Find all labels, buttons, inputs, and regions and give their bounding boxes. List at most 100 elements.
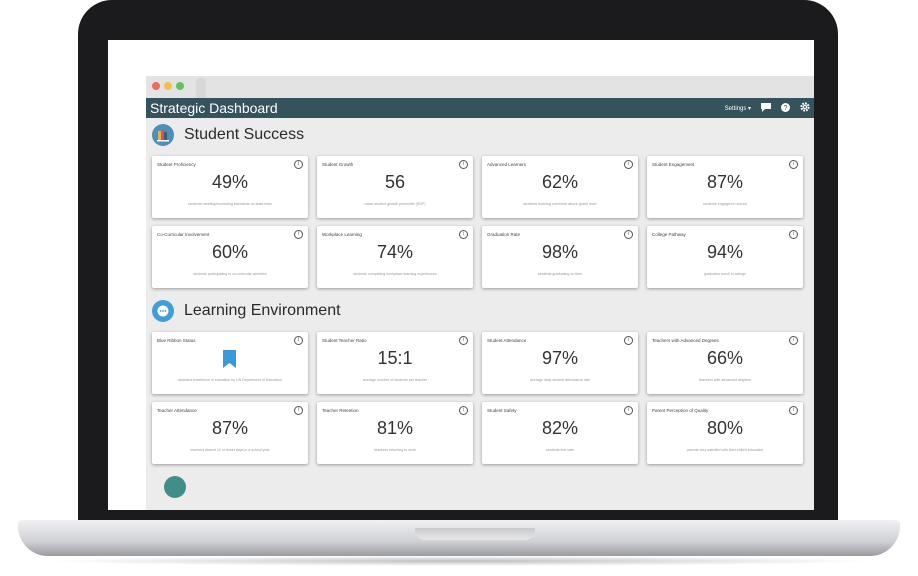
- minimize-window-dot[interactable]: [164, 82, 172, 90]
- section-title: Student Success: [184, 126, 305, 143]
- metric-description: students engaged in school: [703, 202, 747, 206]
- metric-value: 56: [384, 172, 406, 192]
- metric-card[interactable]: Co-Curricular Involvement i 60% students pa…: [152, 226, 308, 288]
- metric-card[interactable]: Graduation Rate i 98% students graduating o…: [482, 226, 638, 288]
- app-title: Strategic Dashboard: [150, 100, 278, 116]
- browser-chrome: [146, 76, 814, 98]
- metric-value: 87%: [211, 418, 249, 438]
- info-icon[interactable]: i: [624, 160, 633, 169]
- metric-value: 49%: [211, 172, 249, 192]
- info-icon[interactable]: i: [459, 230, 468, 239]
- metric-card[interactable]: Parent Perception of Quality i 80% parents …: [647, 402, 803, 464]
- metric-value: 80%: [706, 418, 744, 438]
- metric-card[interactable]: Student Teacher Ratio i 15:1 average number…: [317, 332, 473, 394]
- metric-description: average daily student attendance rate: [529, 378, 591, 382]
- metric-label: Blue Ribbon Status: [157, 338, 196, 343]
- metric-description: students graduating on time: [537, 272, 583, 276]
- info-icon[interactable]: i: [294, 160, 303, 169]
- metric-card[interactable]: Workplace Learning i 74% students completin…: [317, 226, 473, 288]
- metric-card[interactable]: Student Attendance i 97% average daily stud…: [482, 332, 638, 394]
- metric-value: 60%: [211, 242, 249, 262]
- laptop-screen: Strategic Dashboard Settings ▾ ? Student…: [108, 40, 814, 510]
- metric-value: 97%: [541, 348, 579, 368]
- metric-label: College Pathway: [652, 232, 686, 237]
- metric-value: 74%: [376, 242, 414, 262]
- metric-label: Student Safety: [487, 408, 517, 413]
- info-icon[interactable]: i: [459, 406, 468, 415]
- metric-card[interactable]: College Pathway i 94% graduates enroll in c…: [647, 226, 803, 288]
- metric-description: teachers returning to work: [374, 448, 416, 452]
- metric-description: teachers absent 10 or fewer days in a sc…: [190, 448, 270, 452]
- info-icon[interactable]: i: [459, 336, 468, 345]
- metric-card[interactable]: Teacher Retention i 81% teachers returning …: [317, 402, 473, 464]
- metric-value: 15:1: [377, 348, 413, 368]
- metric-label: Graduation Rate: [487, 232, 521, 237]
- metric-value: 94%: [706, 242, 744, 262]
- metric-card[interactable]: Student Growth i 56 mean student growth per…: [317, 156, 473, 218]
- dashboard-content: Student Success Student Proficiency i 49% st…: [146, 118, 814, 498]
- metric-description: students meeting/exceeding standards on …: [188, 202, 272, 206]
- metric-label: Co-Curricular Involvement: [157, 232, 210, 237]
- metric-value: 66%: [706, 348, 744, 368]
- metric-card[interactable]: Student Engagement i 87% students engaged i…: [647, 156, 803, 218]
- settings-dropdown[interactable]: Settings ▾: [725, 105, 751, 112]
- info-icon[interactable]: i: [624, 406, 633, 415]
- metric-label: Teacher Attendance: [157, 408, 197, 413]
- info-icon[interactable]: i: [624, 336, 633, 345]
- metric-label: Teachers with Advanced Degrees: [652, 338, 719, 343]
- books-icon: [152, 124, 174, 146]
- info-icon[interactable]: i: [294, 230, 303, 239]
- info-icon[interactable]: i: [789, 230, 798, 239]
- metric-value: 87%: [706, 172, 744, 192]
- metric-card[interactable]: Student Safety i 82% students feel safe: [482, 402, 638, 464]
- metric-description: students feel safe: [545, 448, 575, 452]
- section-header: Learning Environment: [152, 300, 808, 322]
- metric-value: 98%: [541, 242, 579, 262]
- info-icon[interactable]: i: [459, 160, 468, 169]
- gear-icon[interactable]: [800, 102, 810, 114]
- info-icon[interactable]: i: [789, 406, 798, 415]
- maximize-window-dot[interactable]: [176, 82, 184, 90]
- metric-grid: Student Proficiency i 49% students meeting/…: [152, 156, 808, 288]
- close-window-dot[interactable]: [152, 82, 160, 90]
- svg-text:?: ?: [784, 103, 788, 112]
- metric-description: teachers with advanced degrees: [699, 378, 751, 382]
- info-icon[interactable]: i: [789, 160, 798, 169]
- metric-label: Student Attendance: [487, 338, 527, 343]
- metric-card[interactable]: Student Proficiency i 49% students meeting/…: [152, 156, 308, 218]
- metric-description: students completing workplace learning e…: [353, 272, 437, 276]
- metric-label: Student Engagement: [652, 162, 695, 167]
- metric-label: Student Growth: [322, 162, 354, 167]
- metric-grid: Blue Ribbon Status i awarded excellence in…: [152, 332, 808, 464]
- info-icon[interactable]: i: [624, 230, 633, 239]
- app-bar: Strategic Dashboard Settings ▾ ?: [146, 98, 814, 118]
- section-header: Student Success: [152, 124, 808, 146]
- metric-description: average number of students per teacher: [363, 378, 427, 382]
- metric-card[interactable]: Teacher Attendance i 87% teachers absent 10…: [152, 402, 308, 464]
- metric-description: students participating in co-curricular …: [193, 272, 267, 276]
- metric-card[interactable]: Advanced Learners i 62% students learning o…: [482, 156, 638, 218]
- metric-label: Teacher Retention: [322, 408, 359, 413]
- chat-bubble-icon: [152, 300, 174, 322]
- info-icon[interactable]: i: [294, 336, 303, 345]
- browser-tab[interactable]: [196, 78, 206, 98]
- help-icon[interactable]: ?: [781, 102, 790, 114]
- next-section-icon: [164, 476, 186, 498]
- browser-window: Strategic Dashboard Settings ▾ ? Student…: [146, 76, 814, 510]
- metric-label: Parent Perception of Quality: [652, 408, 709, 413]
- info-icon[interactable]: i: [789, 336, 798, 345]
- comment-icon[interactable]: [761, 102, 771, 114]
- laptop-shadow: [40, 556, 880, 566]
- metric-card[interactable]: Blue Ribbon Status i awarded excellence in…: [152, 332, 308, 394]
- metric-label: Workplace Learning: [322, 232, 362, 237]
- metric-label: Advanced Learners: [487, 162, 527, 167]
- metric-description: mean student growth percentile (SGP): [364, 202, 426, 206]
- metric-description: students learning one/more above grade l…: [523, 202, 597, 206]
- info-icon[interactable]: i: [294, 406, 303, 415]
- section-title: Learning Environment: [184, 302, 341, 319]
- metric-description: graduates enroll in college: [704, 272, 746, 276]
- blue-ribbon-icon: [223, 350, 236, 368]
- metric-label: Student Teacher Ratio: [322, 338, 367, 343]
- metric-card[interactable]: Teachers with Advanced Degrees i 66% teache…: [647, 332, 803, 394]
- metric-description: awarded excellence in education by US De…: [178, 378, 282, 382]
